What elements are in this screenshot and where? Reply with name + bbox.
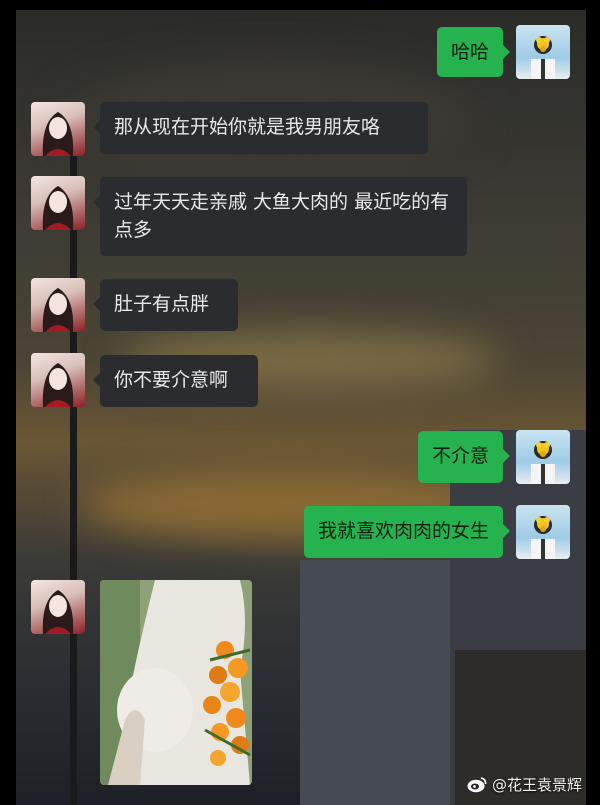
contact-avatar[interactable]: [31, 580, 85, 634]
message-bubble-incoming[interactable]: 过年天天走亲戚 大鱼大肉的 最近吃的有点多: [93, 177, 467, 256]
message-text: 过年天天走亲戚 大鱼大肉的 最近吃的有点多: [114, 191, 450, 241]
girl-portrait-icon: [42, 363, 74, 407]
message-text: 肚子有点胖: [114, 293, 210, 315]
watermark: @花王袁景辉: [467, 774, 582, 795]
image-message[interactable]: [100, 580, 252, 785]
girl-portrait-icon: [42, 590, 74, 634]
boy-with-flowers-icon: [531, 516, 555, 559]
message-text: 你不要介意啊: [114, 369, 229, 391]
message-bubble-incoming[interactable]: 那从现在开始你就是我男朋友咯: [93, 102, 428, 154]
girl-portrait-icon: [42, 186, 74, 230]
contact-avatar[interactable]: [31, 102, 85, 156]
my-avatar[interactable]: [516, 25, 570, 79]
message-text: 我就喜欢肉肉的女生: [317, 520, 489, 542]
background-street-pole: [70, 150, 77, 805]
message-bubble-outgoing[interactable]: 不介意: [417, 431, 511, 483]
girl-portrait-icon: [42, 112, 74, 156]
watermark-text: @花王袁景辉: [491, 776, 582, 794]
contact-avatar[interactable]: [31, 176, 85, 230]
frame-edge: [0, 0, 16, 805]
boy-with-flowers-icon: [531, 36, 555, 79]
frame-edge: [0, 0, 600, 10]
my-avatar[interactable]: [516, 505, 570, 559]
photo-pregnant-woman-flowers-icon: [100, 580, 252, 785]
my-avatar[interactable]: [516, 430, 570, 484]
background-building: [300, 560, 460, 805]
chat-screen: 哈哈 那从现在开始你就是我男朋友咯 过年天天走亲戚 大鱼大肉的 最近吃的有点多 …: [0, 0, 600, 805]
boy-with-flowers-icon: [531, 441, 555, 484]
message-bubble-incoming[interactable]: 你不要介意啊: [93, 355, 258, 407]
message-text: 哈哈: [450, 41, 489, 63]
message-text: 不介意: [431, 445, 489, 467]
weibo-icon: [467, 777, 487, 793]
message-bubble-outgoing[interactable]: 哈哈: [436, 27, 511, 77]
message-bubble-outgoing[interactable]: 我就喜欢肉肉的女生: [303, 506, 511, 558]
contact-avatar[interactable]: [31, 353, 85, 407]
contact-avatar[interactable]: [31, 278, 85, 332]
frame-edge: [586, 0, 600, 805]
message-bubble-incoming[interactable]: 肚子有点胖: [93, 279, 238, 331]
girl-portrait-icon: [42, 288, 74, 332]
message-text: 那从现在开始你就是我男朋友咯: [114, 116, 381, 138]
